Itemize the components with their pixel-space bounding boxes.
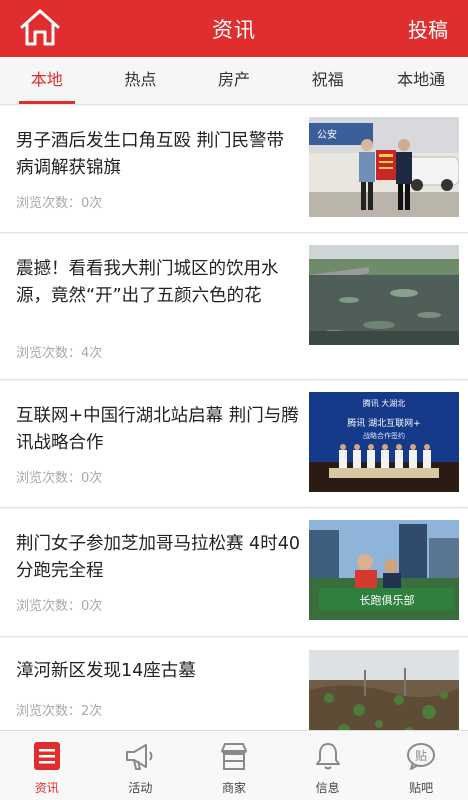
bottom-tab-forum[interactable]: 贴 贴吧 [374, 731, 468, 800]
submit-post-button[interactable]: 投稿 [408, 14, 448, 43]
news-item[interactable]: 漳河新区发现14座古墓 浏览次数：2次 [0, 638, 468, 730]
page-title: 资讯 [212, 18, 256, 42]
bottom-tab-label: 商家 [221, 781, 246, 795]
tab-hot[interactable]: 热点 [94, 57, 188, 104]
news-list: 男子酒后发生口角互殴 荆门民警带病调解获锦旗 浏览次数：0次 公安 震撼！看看我… [0, 106, 468, 730]
view-count: 浏览次数：0次 [16, 599, 103, 614]
news-item[interactable]: 互联网+中国行湖北站启幕 荆门与腾讯战略合作 浏览次数：0次 腾讯 大湖北 腾讯… [0, 381, 468, 508]
news-title: 互联网+中国行湖北站启幕 荆门与腾讯战略合作 [16, 406, 299, 453]
tab-local[interactable]: 本地 [0, 57, 94, 104]
view-count: 浏览次数：0次 [16, 196, 103, 211]
news-thumbnail [309, 245, 459, 345]
home-button[interactable] [18, 7, 62, 47]
tab-local-services[interactable]: 本地通 [374, 57, 468, 104]
news-icon [33, 742, 60, 770]
view-count: 浏览次数：2次 [16, 704, 103, 719]
bottom-tab-label: 资讯 [34, 781, 59, 795]
banner-top-text: 腾讯 大湖北 [363, 398, 406, 408]
news-thumbnail [309, 650, 459, 730]
tab-blessings[interactable]: 祝福 [281, 57, 375, 104]
forum-glyph: 贴 [415, 749, 427, 763]
bottom-tab-bar: 资讯 活动 商家 信息 贴 贴吧 [0, 730, 468, 800]
news-title: 漳河新区发现14座古墓 [16, 661, 196, 681]
bottom-tab-news[interactable]: 资讯 [0, 731, 94, 800]
news-item[interactable]: 男子酒后发生口角互殴 荆门民警带病调解获锦旗 浏览次数：0次 公安 [0, 106, 468, 233]
megaphone-icon [126, 744, 153, 770]
news-item[interactable]: 震撼！看看我大荆门城区的饮用水源，竟然“开”出了五颜六色的花 浏览次数：4次 [0, 234, 468, 380]
shop-icon [220, 743, 247, 770]
view-count: 浏览次数：4次 [16, 346, 103, 361]
marathon-banner-text: 长跑俱乐部 [360, 593, 415, 607]
banner-main-text: 腾讯 湖北互联网+ [347, 417, 420, 429]
bottom-tab-label: 活动 [128, 781, 153, 795]
police-sign-text: 公安 [317, 128, 337, 141]
bottom-tab-label: 贴吧 [409, 781, 434, 795]
bottom-tab-label: 信息 [315, 781, 340, 795]
news-thumbnail: 公安 [309, 117, 459, 217]
tab-real-estate[interactable]: 房产 [187, 57, 281, 104]
banner-sub-text: 战略合作签约 [363, 431, 405, 440]
home-icon [20, 9, 60, 46]
category-tabs: 本地 热点 房产 祝福 本地通 [0, 57, 468, 105]
bottom-tab-events[interactable]: 活动 [94, 731, 188, 800]
app-header: 资讯 投稿 [0, 0, 468, 57]
view-count: 浏览次数：0次 [16, 471, 103, 486]
bottom-tab-merchants[interactable]: 商家 [187, 731, 281, 800]
news-thumbnail: 长跑俱乐部 [309, 520, 459, 620]
news-title: 震撼！看看我大荆门城区的饮用水源，竟然“开”出了五颜六色的花 [16, 259, 279, 306]
bell-icon [315, 743, 340, 770]
news-item[interactable]: 荆门女子参加芝加哥马拉松赛 4时40分跑完全程 浏览次数：0次 长跑俱乐部 [0, 509, 468, 637]
news-thumbnail: 腾讯 大湖北 腾讯 湖北互联网+ 战略合作签约 [309, 392, 459, 492]
news-title: 男子酒后发生口角互殴 荆门民警带病调解获锦旗 [16, 131, 285, 178]
news-title: 荆门女子参加芝加哥马拉松赛 4时40分跑完全程 [16, 534, 300, 581]
bottom-tab-messages[interactable]: 信息 [281, 731, 375, 800]
post-bubble-icon: 贴 [407, 743, 436, 770]
